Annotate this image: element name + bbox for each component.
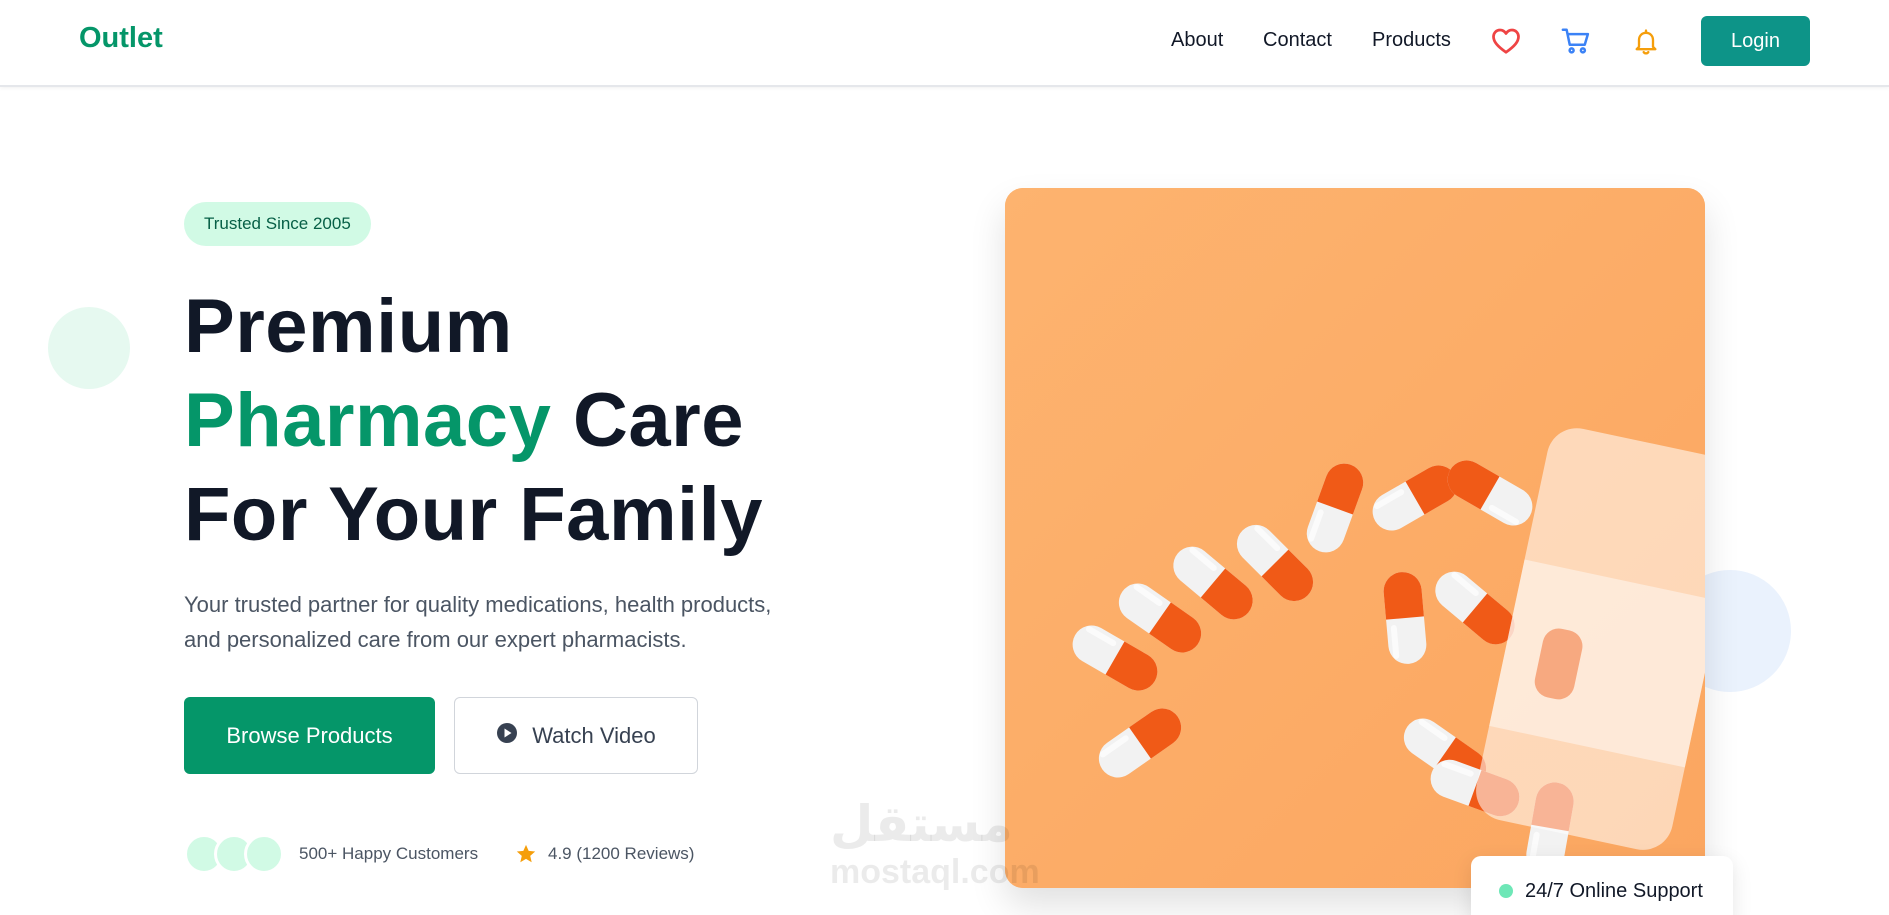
trusted-badge: Trusted Since 2005 [184, 202, 371, 246]
brand-logo[interactable]: Outlet [79, 22, 163, 55]
watch-video-button[interactable]: Watch Video [454, 697, 698, 774]
avatar [244, 834, 284, 874]
customers-stat: 500+ Happy Customers [299, 844, 479, 863]
hero-title-accent: Pharmacy [184, 378, 552, 463]
hero-title-line3: For Your Family [184, 472, 764, 557]
nav-contact-link[interactable]: Contact [1263, 29, 1332, 52]
hero-description: Your trusted partner for quality medicat… [184, 587, 804, 657]
customer-avatars [184, 834, 284, 874]
watch-video-label: Watch Video [532, 722, 656, 748]
hero-title-line2-rest: Care [551, 378, 744, 463]
nav-products-link[interactable]: Products [1372, 29, 1451, 52]
nav-about-link[interactable]: About [1171, 29, 1223, 52]
hero-description-line1: Your trusted partner for quality medicat… [184, 592, 772, 617]
watermark-arabic: مستقل [830, 795, 1013, 853]
bell-icon[interactable] [1629, 24, 1663, 58]
top-navbar: Outlet About Contact Products Login [0, 0, 1889, 87]
online-status-dot [1499, 884, 1513, 898]
rating-stat: 4.9 (1200 Reviews) [548, 844, 695, 863]
hero-image-pills [1005, 188, 1705, 888]
hero-title-line1: Premium [184, 284, 513, 369]
heart-icon[interactable] [1489, 24, 1523, 58]
login-button[interactable]: Login [1701, 16, 1810, 66]
star-icon [515, 843, 537, 870]
decorative-circle-green [48, 307, 130, 389]
online-support-card[interactable]: 24/7 Online Support [1471, 856, 1733, 915]
hero-title: Premium Pharmacy Care For Your Family [184, 280, 763, 562]
cart-icon[interactable] [1559, 24, 1593, 58]
online-support-label: 24/7 Online Support [1525, 879, 1703, 902]
browse-products-button[interactable]: Browse Products [184, 697, 435, 774]
hero-description-line2: and personalized care from our expert ph… [184, 627, 687, 652]
play-icon [496, 722, 518, 750]
